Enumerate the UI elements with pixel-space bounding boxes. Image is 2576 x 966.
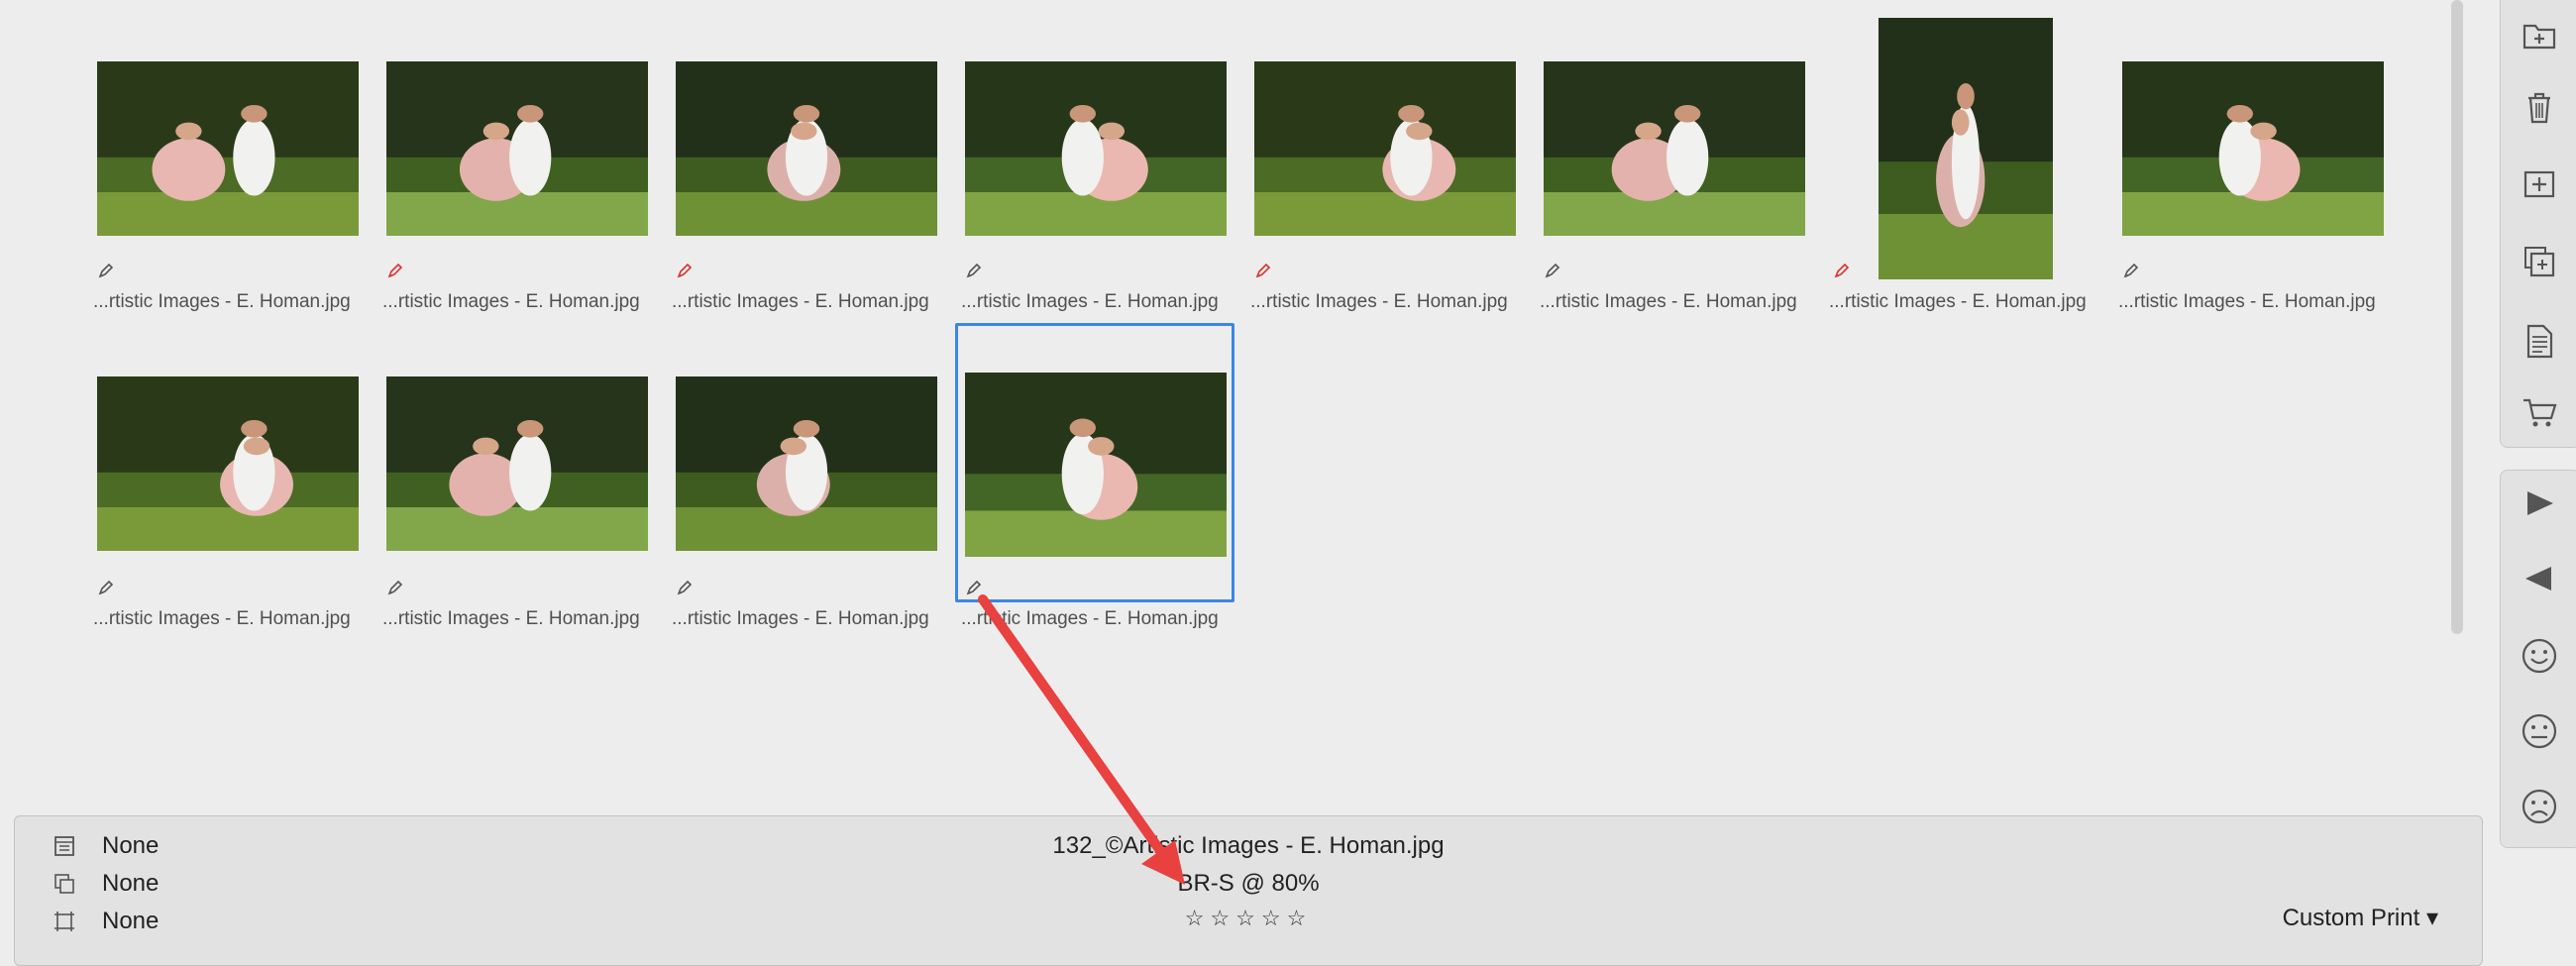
trash-icon[interactable]	[2519, 86, 2560, 128]
edit-marker-icon	[965, 262, 983, 279]
vertical-scrollbar[interactable]	[2451, 0, 2463, 634]
edit-marker-icon	[386, 579, 404, 596]
edit-marker-icon	[97, 579, 115, 596]
print-size-menu[interactable]: Custom Print ▾	[2283, 904, 2438, 932]
thumbnail-item[interactable]: ...rtistic Images - E. Homan.jpg	[1829, 0, 2118, 315]
thumbnail-image[interactable]	[97, 61, 359, 236]
thumbnail-grid: ...rtistic Images - E. Homan.jpg ...rtist…	[0, 0, 2447, 793]
thumbnail-caption: ...rtistic Images - E. Homan.jpg	[672, 291, 929, 312]
thumbnail-image[interactable]	[97, 376, 359, 551]
thumbnail-image[interactable]	[386, 376, 648, 551]
thumbnail-item[interactable]: ...rtistic Images - E. Homan.jpg	[672, 0, 961, 315]
add-folder-icon[interactable]	[2519, 13, 2560, 54]
thumbnail-image[interactable]	[386, 61, 648, 236]
thumbnail-caption: ...rtistic Images - E. Homan.jpg	[382, 291, 640, 312]
info-row-2: None BR-S @ 80%	[15, 866, 2482, 900]
thumbnail-item[interactable]: ...rtistic Images - E. Homan.jpg	[955, 323, 1250, 642]
neutral-face-icon[interactable]	[2519, 710, 2560, 752]
thumbnail-image[interactable]	[965, 61, 1227, 236]
info-row-1: None 132_©Artistic Images - E. Homan.jpg	[15, 828, 2482, 862]
cart-icon[interactable]	[2519, 391, 2560, 433]
add-image-icon[interactable]	[2519, 163, 2560, 205]
edit-marker-icon	[965, 579, 983, 596]
play-forward-icon[interactable]	[2519, 483, 2560, 524]
crop-setting: BR-S @ 80%	[1177, 870, 1320, 897]
edit-marker-icon	[676, 262, 694, 279]
info-row-3: None ☆☆☆☆☆	[15, 904, 2482, 937]
thumbnail-caption: ...rtistic Images - E. Homan.jpg	[1250, 291, 1508, 312]
side-toolbar-top	[2500, 0, 2576, 448]
star-rating[interactable]: ☆☆☆☆☆	[15, 906, 2482, 931]
thumbnail-caption: ...rtistic Images - E. Homan.jpg	[1540, 291, 1797, 312]
edit-marker-icon	[386, 262, 404, 279]
thumbnail-item[interactable]: ...rtistic Images - E. Homan.jpg	[382, 0, 672, 315]
thumbnail-image[interactable]	[1544, 61, 1805, 236]
duplicate-icon[interactable]	[2519, 241, 2560, 282]
thumbnail-caption: ...rtistic Images - E. Homan.jpg	[1829, 291, 2087, 312]
thumbnail-image[interactable]	[676, 61, 937, 236]
thumbnail-caption: ...rtistic Images - E. Homan.jpg	[672, 608, 929, 629]
thumbnail-image[interactable]	[2122, 61, 2384, 236]
side-toolbar-bottom	[2500, 470, 2576, 848]
image-info-bar: None 132_©Artistic Images - E. Homan.jpg…	[14, 815, 2483, 966]
thumbnail-image[interactable]	[1254, 61, 1516, 236]
file-name: 132_©Artistic Images - E. Homan.jpg	[1052, 832, 1445, 859]
sad-face-icon[interactable]	[2519, 786, 2560, 827]
thumbnail-item[interactable]: ...rtistic Images - E. Homan.jpg	[672, 327, 961, 642]
thumbnail-caption: ...rtistic Images - E. Homan.jpg	[93, 291, 351, 312]
thumbnail-item[interactable]: ...rtistic Images - E. Homan.jpg	[1540, 0, 1829, 315]
thumbnail-image[interactable]	[676, 376, 937, 551]
thumbnail-item[interactable]: ...rtistic Images - E. Homan.jpg	[2118, 0, 2408, 315]
thumbnail-item[interactable]: ...rtistic Images - E. Homan.jpg	[93, 0, 382, 315]
edit-marker-icon	[1833, 262, 1851, 279]
thumbnail-caption: ...rtistic Images - E. Homan.jpg	[93, 608, 351, 629]
play-back-icon[interactable]	[2519, 558, 2560, 599]
edit-marker-icon	[676, 579, 694, 596]
thumbnail-caption: ...rtistic Images - E. Homan.jpg	[382, 608, 640, 629]
thumbnail-caption: ...rtistic Images - E. Homan.jpg	[961, 291, 1219, 312]
edit-marker-icon	[2122, 262, 2140, 279]
thumbnail-item[interactable]: ...rtistic Images - E. Homan.jpg	[382, 327, 672, 642]
edit-marker-icon	[1544, 262, 1561, 279]
edit-marker-icon	[97, 262, 115, 279]
document-icon[interactable]	[2519, 320, 2560, 362]
happy-face-icon[interactable]	[2519, 635, 2560, 677]
thumbnail-caption: ...rtistic Images - E. Homan.jpg	[961, 608, 1219, 629]
thumbnail-image[interactable]	[1878, 18, 2053, 279]
thumbnail-item[interactable]: ...rtistic Images - E. Homan.jpg	[961, 0, 1250, 315]
thumbnail-item[interactable]: ...rtistic Images - E. Homan.jpg	[1250, 0, 1540, 315]
edit-marker-icon	[1254, 262, 1272, 279]
thumbnail-caption: ...rtistic Images - E. Homan.jpg	[2118, 291, 2376, 312]
thumbnail-image[interactable]	[965, 373, 1227, 557]
thumbnail-item[interactable]: ...rtistic Images - E. Homan.jpg	[93, 327, 382, 642]
